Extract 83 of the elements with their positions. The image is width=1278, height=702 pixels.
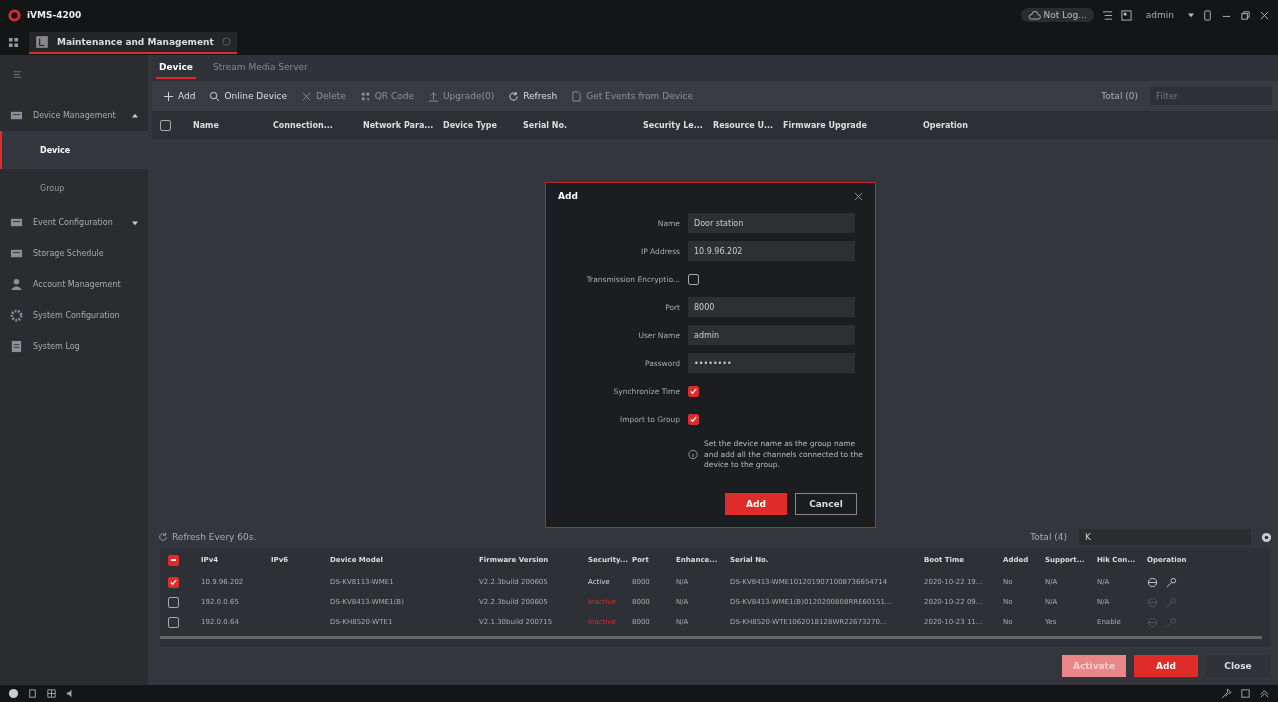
total-count: Total (4) [1030, 532, 1067, 542]
column-header[interactable]: Serial No. [523, 120, 643, 130]
toolbar-button[interactable]: Refresh [503, 88, 563, 104]
sidebar-item[interactable]: Device Management [0, 100, 148, 131]
sidebar-item[interactable]: System Log [0, 331, 148, 362]
module-tab[interactable]: Maintenance and Management [29, 31, 237, 54]
text-field[interactable]: admin [688, 325, 855, 345]
user-menu[interactable]: admin [1139, 9, 1180, 21]
cloud-status-button[interactable]: Not Log... [1020, 8, 1094, 22]
dialog-button[interactable]: Cancel [795, 493, 857, 515]
filter-field[interactable]: Filter [1150, 87, 1272, 105]
column-header[interactable]: Firmware Upgrade [783, 120, 923, 130]
search-icon [209, 90, 221, 102]
sidebar-item[interactable]: Storage Schedule [0, 238, 148, 269]
refresh-icon[interactable] [158, 532, 168, 542]
upload-icon [427, 90, 439, 102]
restore-icon[interactable] [1240, 9, 1251, 21]
sidebar-item[interactable]: System Configuration [0, 300, 148, 331]
text-field[interactable]: 8000 [688, 297, 855, 317]
column-header[interactable]: Device Type [443, 120, 523, 130]
column-header[interactable]: Network Para... [363, 120, 443, 130]
delete-icon [301, 90, 313, 102]
grid-icon[interactable] [46, 688, 57, 699]
dialog-button[interactable]: Add [725, 493, 787, 515]
checkbox[interactable] [688, 385, 699, 397]
tab[interactable]: Stream Media Server [209, 57, 311, 79]
checkbox[interactable] [688, 273, 699, 285]
window-icon[interactable] [1240, 688, 1251, 699]
plus-icon [163, 90, 174, 102]
toolbar-button[interactable]: Online Device [204, 88, 293, 104]
select-all-checkbox[interactable] [160, 119, 171, 131]
grid-icon[interactable] [8, 37, 19, 48]
text-field[interactable]: Door station [688, 213, 855, 233]
column-header[interactable]: Connection... [273, 120, 363, 130]
row-checkbox[interactable] [168, 576, 179, 588]
filter-field[interactable]: K [1079, 529, 1251, 545]
column-header[interactable]: Operation [923, 120, 979, 130]
monitor-icon [10, 216, 23, 229]
monitor-icon [10, 109, 23, 122]
row-checkbox[interactable] [168, 596, 179, 608]
document-icon[interactable] [27, 688, 38, 699]
column-header[interactable]: Name [193, 120, 273, 130]
text-field[interactable]: 10.9.96.202 [688, 241, 855, 261]
row-checkbox[interactable] [168, 616, 179, 628]
sidebar-item[interactable]: Account Management [0, 269, 148, 300]
close-icon[interactable] [854, 191, 863, 201]
key-icon[interactable] [1166, 576, 1177, 588]
sidebar-subitem[interactable]: Device [0, 131, 148, 169]
module-icon [35, 34, 49, 49]
list-icon[interactable] [1101, 9, 1113, 21]
settings-icon[interactable] [1261, 531, 1272, 543]
checkbox[interactable] [688, 413, 699, 425]
layout-icon[interactable] [1120, 9, 1132, 21]
pin-icon[interactable] [1221, 688, 1232, 699]
window-title: iVMS-4200 [27, 10, 82, 20]
document-icon [571, 90, 583, 102]
sidebar-item[interactable]: Event Configuration [0, 207, 148, 238]
cloud-icon [1027, 10, 1041, 20]
chevron-up-icon[interactable] [1259, 688, 1270, 699]
qr-code-icon [359, 90, 371, 102]
dialog-title: Add [558, 191, 578, 201]
select-all-checkbox[interactable] [168, 554, 179, 566]
logo-icon [8, 8, 21, 22]
refresh-interval-label[interactable]: Refresh Every 60s. [172, 532, 257, 542]
password-field[interactable]: •••••••• [688, 353, 855, 373]
person-icon [10, 278, 23, 291]
column-header[interactable]: Resource U... [713, 120, 783, 130]
refresh-icon [508, 90, 520, 102]
log-icon [10, 340, 23, 353]
action-button[interactable]: Close [1206, 655, 1270, 677]
action-button[interactable]: Add [1134, 655, 1198, 677]
sidebar-subitem[interactable]: Group [0, 169, 148, 207]
caret-icon[interactable] [1188, 12, 1194, 18]
close-icon[interactable] [1259, 9, 1270, 21]
storage-icon [10, 247, 23, 260]
toolbar-button[interactable]: Add [158, 88, 201, 104]
info-icon [688, 449, 699, 461]
tab[interactable]: Device [156, 57, 196, 79]
total-count: Total (0) [1101, 91, 1138, 101]
app-icon[interactable] [8, 688, 19, 699]
menu-icon[interactable] [12, 69, 23, 80]
column-header[interactable]: Security Le... [643, 120, 713, 130]
gear-icon [10, 309, 23, 322]
